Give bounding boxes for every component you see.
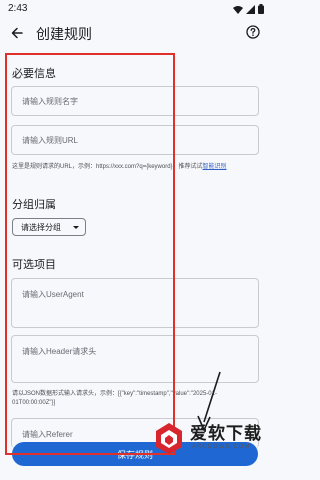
useragent-field[interactable] [11,278,259,328]
url-hint-text: 这里是规则请求的URL，示例：https://xxx.com?q={keywor… [12,164,203,170]
rule-url-input[interactable] [12,126,258,154]
help-button[interactable] [244,23,262,41]
status-time: 2:43 [8,3,28,14]
wifi-icon [233,5,243,14]
section-title-optional: 可选项目 [12,259,56,271]
app-bar: 创建规则 [0,18,270,48]
battery-icon [258,4,264,14]
status-icons [233,4,264,14]
rule-name-field[interactable] [11,86,259,116]
rule-url-field[interactable] [11,125,259,155]
back-arrow-icon [11,27,23,39]
group-select-label: 请选择分组 [21,222,61,232]
help-icon [246,25,260,39]
smart-detect-link[interactable]: 智能识别 [203,164,227,170]
rule-name-input[interactable] [12,87,258,115]
status-bar: 2:43 [0,0,270,18]
section-title-required: 必要信息 [12,68,56,80]
watermark-logo-icon [156,423,182,454]
dropdown-caret-icon [73,226,79,229]
page-title: 创建规则 [36,26,92,42]
useragent-input[interactable] [12,279,258,327]
back-button[interactable] [6,22,28,44]
watermark-subtext: ARCDOWN.COM [192,444,251,450]
signal-icon [246,4,255,14]
url-hint: 这里是规则请求的URL，示例：https://xxx.com?q={keywor… [12,163,260,172]
watermark: 爱软下载 ARCDOWN.COM [152,419,272,459]
group-select[interactable]: 请选择分组 [12,218,86,236]
section-title-group: 分组归属 [12,199,56,211]
watermark-text: 爱软下载 [190,424,262,444]
